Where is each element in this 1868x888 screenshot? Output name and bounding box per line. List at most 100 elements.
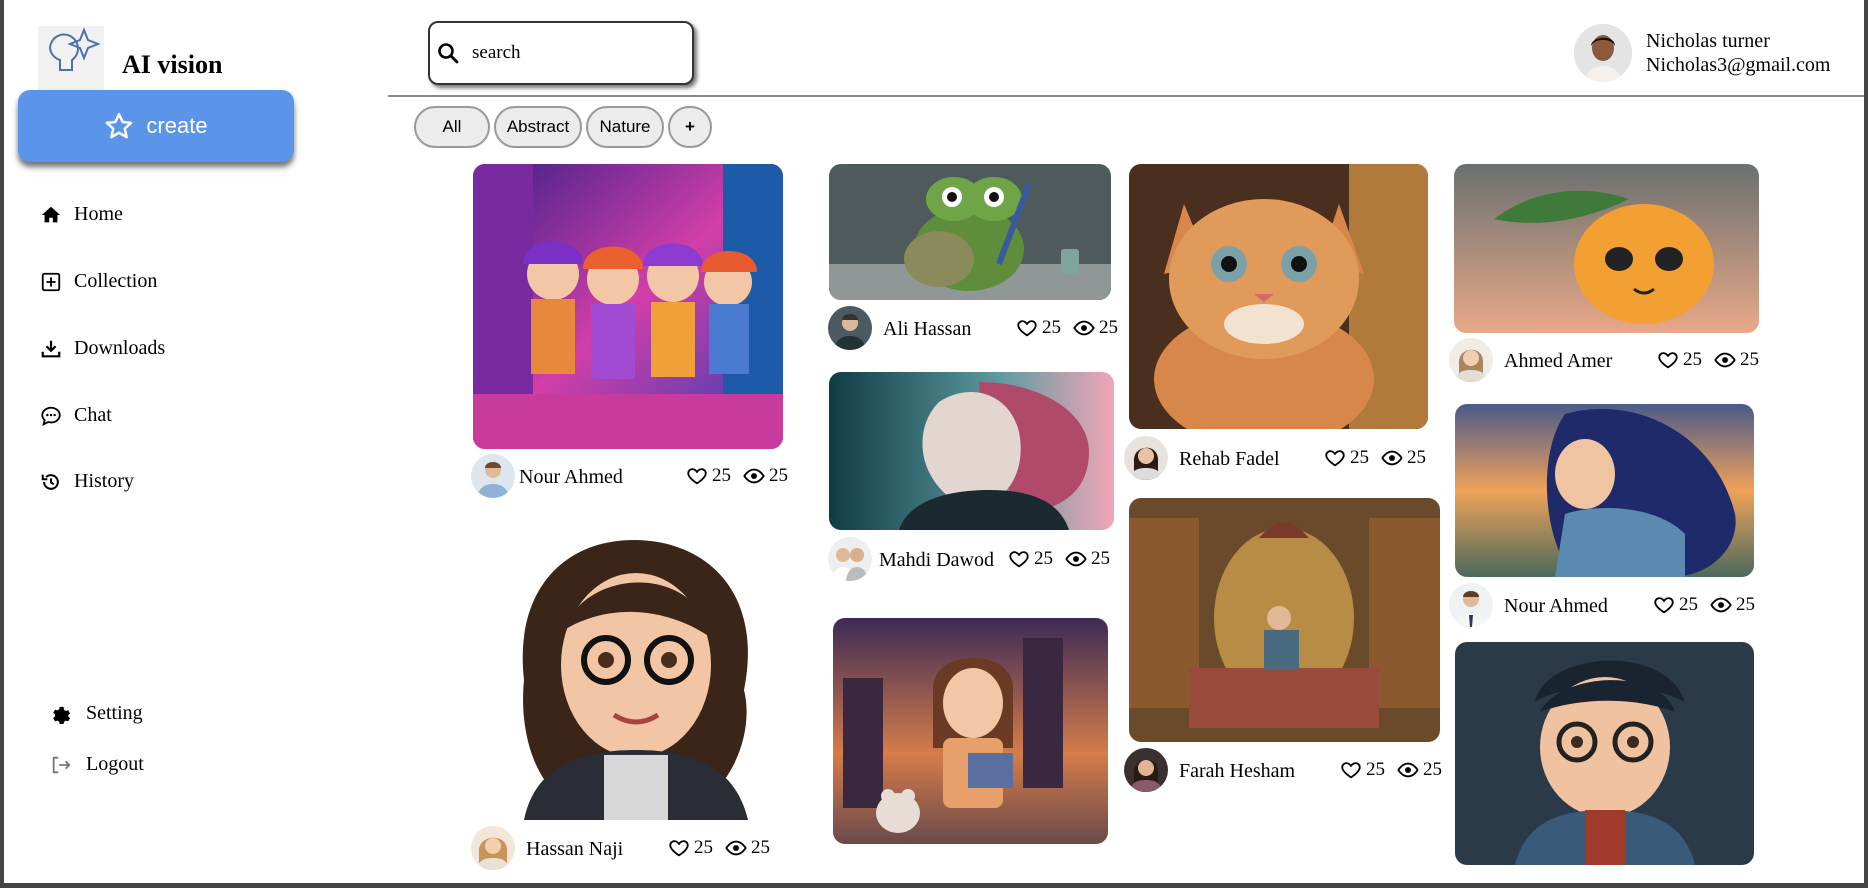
card-stats: 25 25 <box>1016 317 1118 339</box>
heart-icon[interactable] <box>1324 447 1346 469</box>
likes-count: 25 <box>1350 447 1369 468</box>
search-box[interactable] <box>428 21 694 85</box>
card-image-kitten[interactable] <box>1129 164 1428 429</box>
nav-label: Home <box>74 203 123 225</box>
search-input[interactable] <box>470 41 674 65</box>
views-count: 25 <box>1407 447 1426 468</box>
likes-count: 25 <box>1679 594 1698 615</box>
app-title: AI vision <box>122 50 223 79</box>
nav-label: Collection <box>74 270 158 292</box>
filter-chip-nature[interactable]: Nature <box>586 106 664 148</box>
download-icon <box>41 340 61 357</box>
likes-count: 25 <box>1042 317 1061 338</box>
card-image-library[interactable] <box>1129 498 1440 742</box>
eye-icon <box>1714 352 1736 368</box>
author-name[interactable]: Ali Hassan <box>883 318 971 341</box>
nav-item-collection[interactable]: Collection <box>40 270 157 293</box>
nav-item-chat[interactable]: Chat <box>40 404 112 427</box>
eye-icon <box>1065 551 1087 567</box>
author-name[interactable]: Hassan Naji <box>526 838 623 861</box>
chat-icon <box>41 406 61 426</box>
nav-item-home[interactable]: Home <box>40 203 123 226</box>
eye-icon <box>743 468 765 484</box>
likes-count: 25 <box>712 465 731 486</box>
star-icon <box>106 112 133 139</box>
card-stats: 25 25 <box>1324 447 1426 469</box>
views-count: 25 <box>751 837 770 858</box>
app-window: AI vision create Home Collection Downloa… <box>4 0 1864 883</box>
author-name[interactable]: Nour Ahmed <box>519 466 623 489</box>
heart-icon[interactable] <box>686 465 708 487</box>
nav-label: Chat <box>74 404 112 426</box>
likes-count: 25 <box>694 837 713 858</box>
author-avatar[interactable] <box>471 454 515 498</box>
author-avatar[interactable] <box>828 537 872 581</box>
views-count: 25 <box>1423 759 1442 780</box>
nav-item-history[interactable]: History <box>40 470 134 493</box>
views-count: 25 <box>1091 548 1110 569</box>
app-logo <box>38 26 104 92</box>
create-label: create <box>146 113 208 138</box>
card-stats: 25 25 <box>686 465 788 487</box>
filter-chip-all[interactable]: All <box>414 106 490 148</box>
views-count: 25 <box>769 465 788 486</box>
eye-icon <box>1397 762 1419 778</box>
likes-count: 25 <box>1366 759 1385 780</box>
setting-button[interactable]: Setting <box>50 702 143 725</box>
card-image-girl-with-book[interactable] <box>833 618 1108 844</box>
collection-icon <box>41 272 61 291</box>
author-avatar[interactable] <box>828 306 872 350</box>
card-image-cartoon-girl[interactable] <box>484 530 789 820</box>
heart-icon[interactable] <box>1657 349 1679 371</box>
author-avatar[interactable] <box>1449 338 1493 382</box>
views-count: 25 <box>1740 349 1759 370</box>
nav-label: History <box>74 470 134 492</box>
heart-icon[interactable] <box>1008 548 1030 570</box>
author-name[interactable]: Ahmed Amer <box>1504 350 1612 373</box>
filter-chip-abstract[interactable]: Abstract <box>494 106 582 148</box>
user-avatar[interactable] <box>1574 24 1632 82</box>
author-avatar[interactable] <box>1124 748 1168 792</box>
card-stats: 25 25 <box>668 837 770 859</box>
gear-icon <box>53 706 71 724</box>
author-avatar[interactable] <box>471 826 515 870</box>
heart-icon[interactable] <box>1016 317 1038 339</box>
create-button[interactable]: create <box>18 90 294 162</box>
author-name[interactable]: Rehab Fadel <box>1179 448 1280 471</box>
author-avatar[interactable] <box>1124 436 1168 480</box>
setting-label: Setting <box>86 702 143 724</box>
user-name: Nicholas turner <box>1646 30 1770 52</box>
likes-count: 25 <box>1683 349 1702 370</box>
views-count: 25 <box>1099 317 1118 338</box>
home-icon <box>41 206 61 222</box>
eye-icon <box>1710 597 1732 613</box>
card-image-cartoon-boy[interactable] <box>1455 642 1754 865</box>
eye-icon <box>1381 450 1403 466</box>
author-name[interactable]: Nour Ahmed <box>1504 595 1608 618</box>
heart-icon[interactable] <box>668 837 690 859</box>
author-name[interactable]: Farah Hesham <box>1179 760 1295 783</box>
card-stats: 25 25 <box>1657 349 1759 371</box>
views-count: 25 <box>1736 594 1755 615</box>
heart-icon[interactable] <box>1340 759 1362 781</box>
logout-button[interactable]: Logout <box>50 753 144 776</box>
card-stats: 25 25 <box>1008 548 1110 570</box>
header-divider <box>388 95 1864 97</box>
heart-icon[interactable] <box>1653 594 1675 616</box>
logout-icon <box>52 756 71 773</box>
logout-label: Logout <box>86 753 144 775</box>
card-image-turtle[interactable] <box>829 164 1111 300</box>
user-email: Nicholas3@gmail.com <box>1646 54 1831 76</box>
card-image-mango[interactable] <box>1454 164 1759 333</box>
author-avatar[interactable] <box>1449 583 1493 627</box>
author-name[interactable]: Mahdi Dawod <box>879 549 994 572</box>
likes-count: 25 <box>1034 548 1053 569</box>
history-icon <box>41 473 59 490</box>
search-icon <box>438 43 459 64</box>
card-image-girl-sunset[interactable] <box>1455 404 1754 577</box>
card-image-girls-city[interactable] <box>473 164 783 449</box>
add-filter-button[interactable]: + <box>668 106 712 148</box>
nav-item-downloads[interactable]: Downloads <box>40 337 165 360</box>
card-stats: 25 25 <box>1653 594 1755 616</box>
card-image-cyber-woman[interactable] <box>829 372 1114 530</box>
